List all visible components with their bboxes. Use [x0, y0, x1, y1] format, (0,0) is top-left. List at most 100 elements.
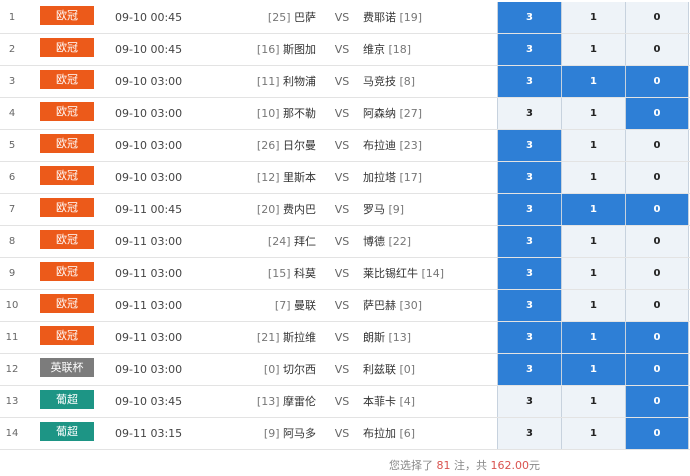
- match-time: 09-10 00:45: [115, 43, 183, 56]
- odd-draw-button[interactable]: 1: [561, 98, 625, 129]
- home-team-name: 拜仁: [294, 235, 316, 248]
- odd-lose-button[interactable]: 0: [625, 226, 689, 257]
- match-row: 2 欧冠 09-10 00:45 [16] 斯图加 VS 维京 [18] 3 1 0: [0, 34, 690, 66]
- home-team: [10] 那不勒: [190, 98, 316, 129]
- home-team-name: 摩雷伦: [283, 395, 316, 408]
- odd-lose-button[interactable]: 0: [625, 98, 689, 129]
- away-team-name: 博德: [363, 235, 385, 248]
- odd-win-button[interactable]: 3: [497, 130, 561, 161]
- away-team-name: 费耶诺: [363, 11, 396, 24]
- away-rank: [0]: [399, 363, 416, 376]
- odd-win-button[interactable]: 3: [497, 2, 561, 33]
- league-badge[interactable]: 葡超: [40, 422, 94, 441]
- odd-draw-button[interactable]: 1: [561, 2, 625, 33]
- home-rank: [13]: [256, 395, 280, 408]
- odd-win-button[interactable]: 3: [497, 66, 561, 97]
- odd-win-button[interactable]: 3: [497, 290, 561, 321]
- odd-draw-button[interactable]: 1: [561, 290, 625, 321]
- league-badge[interactable]: 葡超: [40, 390, 94, 409]
- match-time: 09-11 03:15: [115, 427, 183, 440]
- away-team: 布拉迪 [23]: [363, 130, 503, 161]
- away-team: 莱比锡红牛 [14]: [363, 258, 503, 289]
- odd-lose-button[interactable]: 0: [625, 354, 689, 385]
- odd-win-button[interactable]: 3: [497, 98, 561, 129]
- row-index: 6: [8, 172, 16, 183]
- vs-label: VS: [334, 43, 350, 56]
- away-team-name: 莱比锡红牛: [363, 267, 418, 280]
- row-index: 9: [8, 268, 16, 279]
- home-rank: [16]: [256, 43, 280, 56]
- odd-win-button[interactable]: 3: [497, 258, 561, 289]
- odd-lose-button[interactable]: 0: [625, 290, 689, 321]
- odd-draw-button[interactable]: 1: [561, 34, 625, 65]
- odd-lose-button[interactable]: 0: [625, 258, 689, 289]
- away-team-name: 罗马: [363, 203, 385, 216]
- home-team: [24] 拜仁: [190, 226, 316, 257]
- home-team: [13] 摩雷伦: [190, 386, 316, 417]
- odd-draw-button[interactable]: 1: [561, 226, 625, 257]
- league-badge[interactable]: 欧冠: [40, 134, 94, 153]
- away-team: 布拉加 [6]: [363, 418, 503, 449]
- home-team-name: 科莫: [294, 267, 316, 280]
- odd-draw-button[interactable]: 1: [561, 194, 625, 225]
- league-badge[interactable]: 欧冠: [40, 230, 94, 249]
- home-team: [20] 费内巴: [190, 194, 316, 225]
- league-badge[interactable]: 欧冠: [40, 6, 94, 25]
- league-badge[interactable]: 欧冠: [40, 326, 94, 345]
- away-team: 本菲卡 [4]: [363, 386, 503, 417]
- match-row: 4 欧冠 09-10 03:00 [10] 那不勒 VS 阿森纳 [27] 3 1 0: [0, 98, 690, 130]
- league-badge[interactable]: 欧冠: [40, 166, 94, 185]
- league-badge[interactable]: 欧冠: [40, 102, 94, 121]
- home-team-name: 里斯本: [283, 171, 316, 184]
- vs-label: VS: [334, 235, 350, 248]
- row-index: 7: [8, 204, 16, 215]
- home-team-name: 那不勒: [283, 107, 316, 120]
- away-rank: [13]: [388, 331, 412, 344]
- odd-draw-button[interactable]: 1: [561, 162, 625, 193]
- odd-lose-button[interactable]: 0: [625, 66, 689, 97]
- home-rank: [26]: [256, 139, 280, 152]
- away-rank: [19]: [399, 11, 423, 24]
- odd-draw-button[interactable]: 1: [561, 386, 625, 417]
- odd-lose-button[interactable]: 0: [625, 2, 689, 33]
- match-row: 7 欧冠 09-11 00:45 [20] 费内巴 VS 罗马 [9] 3 1 0: [0, 194, 690, 226]
- odd-win-button[interactable]: 3: [497, 418, 561, 449]
- odd-win-button[interactable]: 3: [497, 194, 561, 225]
- odd-lose-button[interactable]: 0: [625, 194, 689, 225]
- odd-lose-button[interactable]: 0: [625, 322, 689, 353]
- odd-win-button[interactable]: 3: [497, 322, 561, 353]
- league-badge[interactable]: 欧冠: [40, 70, 94, 89]
- odd-draw-button[interactable]: 1: [561, 66, 625, 97]
- odd-draw-button[interactable]: 1: [561, 418, 625, 449]
- match-time: 09-11 03:00: [115, 331, 183, 344]
- league-badge[interactable]: 欧冠: [40, 262, 94, 281]
- odd-draw-button[interactable]: 1: [561, 258, 625, 289]
- odd-draw-button[interactable]: 1: [561, 354, 625, 385]
- home-team-name: 斯拉维: [283, 331, 316, 344]
- vs-label: VS: [334, 171, 350, 184]
- match-row: 8 欧冠 09-11 03:00 [24] 拜仁 VS 博德 [22] 3 1 0: [0, 226, 690, 258]
- league-badge[interactable]: 欧冠: [40, 294, 94, 313]
- row-index: 8: [8, 236, 16, 247]
- odd-win-button[interactable]: 3: [497, 354, 561, 385]
- odd-draw-button[interactable]: 1: [561, 322, 625, 353]
- away-team: 费耶诺 [19]: [363, 2, 503, 33]
- odd-win-button[interactable]: 3: [497, 162, 561, 193]
- away-team: 加拉塔 [17]: [363, 162, 503, 193]
- league-badge[interactable]: 欧冠: [40, 198, 94, 217]
- home-team-name: 利物浦: [283, 75, 316, 88]
- odd-lose-button[interactable]: 0: [625, 162, 689, 193]
- odd-win-button[interactable]: 3: [497, 34, 561, 65]
- odd-draw-button[interactable]: 1: [561, 130, 625, 161]
- odd-win-button[interactable]: 3: [497, 386, 561, 417]
- league-badge[interactable]: 英联杯: [40, 358, 94, 377]
- odd-win-button[interactable]: 3: [497, 226, 561, 257]
- away-team-name: 利兹联: [363, 363, 396, 376]
- odd-lose-button[interactable]: 0: [625, 34, 689, 65]
- odd-lose-button[interactable]: 0: [625, 386, 689, 417]
- home-team: [0] 切尔西: [190, 354, 316, 385]
- summary-suffix: 元: [529, 459, 540, 472]
- odd-lose-button[interactable]: 0: [625, 418, 689, 449]
- league-badge[interactable]: 欧冠: [40, 38, 94, 57]
- odd-lose-button[interactable]: 0: [625, 130, 689, 161]
